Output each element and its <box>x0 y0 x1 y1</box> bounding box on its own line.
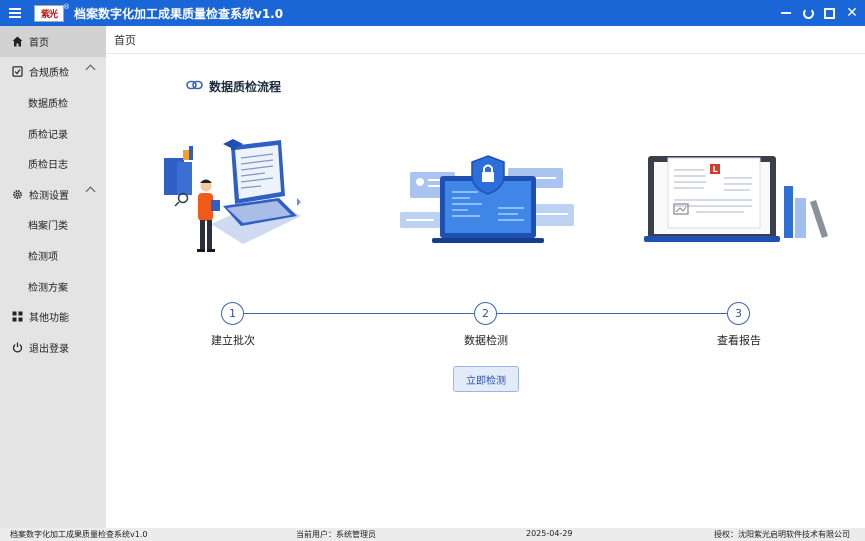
app-title: 档案数字化加工成果质量检查系统v1.0 <box>74 6 284 21</box>
sidebar-item-label: 检测设置 <box>29 190 69 202</box>
home-icon <box>12 36 23 47</box>
fullscreen-icon[interactable] <box>824 7 835 19</box>
sidebar-item-label: 其他功能 <box>29 313 69 325</box>
section-header: 数据质检流程 <box>186 78 281 95</box>
sidebar-item-label: 质检日志 <box>28 160 68 172</box>
step-3-label: 查看报告 <box>717 334 761 347</box>
window-controls: ✕ <box>779 0 859 26</box>
chevron-up-icon <box>85 186 96 197</box>
step-number: 1 <box>229 307 236 320</box>
sidebar-item-label: 首页 <box>29 37 49 49</box>
section-title: 数据质检流程 <box>209 80 282 94</box>
sidebar-item-label: 数据质检 <box>28 98 68 110</box>
sidebar-item-detection-settings[interactable]: 检测设置 <box>0 179 106 210</box>
status-date: 2025-04-29 <box>526 529 573 538</box>
sidebar-item-label: 合规质检 <box>29 68 69 80</box>
close-icon[interactable]: ✕ <box>845 6 859 20</box>
sidebar-item-detection-plan[interactable]: 检测方案 <box>0 271 106 302</box>
gear-icon <box>12 189 23 200</box>
chevron-up-icon <box>85 64 96 75</box>
grid-icon <box>12 311 23 322</box>
checklist-icon <box>12 66 23 78</box>
sidebar-item-check-records[interactable]: 质检记录 <box>0 118 106 149</box>
sidebar-item-label: 档案门类 <box>28 221 68 233</box>
step-number: 3 <box>735 307 742 320</box>
create-batch-illustration <box>164 139 301 252</box>
menu-icon[interactable] <box>0 0 30 26</box>
breadcrumb: 首页 <box>106 26 865 54</box>
sidebar-item-label: 检测项 <box>28 251 58 263</box>
sidebar-item-label: 退出登录 <box>29 343 69 355</box>
status-current-user: 当前用户：系统管理员 <box>296 530 376 539</box>
logo-text: 紫光 <box>40 9 58 20</box>
refresh-icon[interactable] <box>803 7 814 19</box>
step-2-circle: 2 <box>474 302 497 325</box>
sidebar-item-other-functions[interactable]: 其他功能 <box>0 301 106 332</box>
power-icon <box>12 342 23 353</box>
status-license: 授权：沈阳紫光启明软件技术有限公司 <box>714 530 850 539</box>
step-1-label: 建立批次 <box>211 334 255 347</box>
title-bar: 紫光 ® 档案数字化加工成果质量检查系统v1.0 ✕ <box>0 0 865 26</box>
status-bar: 档案数字化加工成果质量检查系统v1.0 当前用户：系统管理员 2025-04-2… <box>0 528 865 541</box>
sidebar-item-home[interactable]: 首页 <box>0 26 106 57</box>
breadcrumb-current: 首页 <box>114 33 136 47</box>
link-icon <box>186 80 203 93</box>
step-3-circle: 3 <box>727 302 750 325</box>
sidebar-item-label: 检测方案 <box>28 282 68 294</box>
step-1-circle: 1 <box>221 302 244 325</box>
main-content: 数据质检流程 L 1 建立批次 2 数据检测 3 查看报告 立即检测 <box>106 54 865 528</box>
data-detection-illustration <box>400 155 574 243</box>
sidebar-item-compliance[interactable]: 合规质检 <box>0 57 106 88</box>
minimize-icon[interactable] <box>779 6 793 20</box>
step-2-label: 数据检测 <box>464 334 508 347</box>
sidebar-item-data-check[interactable]: 数据质检 <box>0 87 106 118</box>
status-app-name: 档案数字化加工成果质量检查系统v1.0 <box>10 530 148 539</box>
sidebar-item-detection-items[interactable]: 检测项 <box>0 240 106 271</box>
app-logo: 紫光 ® <box>34 3 70 22</box>
sidebar-item-archive-category[interactable]: 档案门类 <box>0 210 106 241</box>
sidebar-item-check-log[interactable]: 质检日志 <box>0 148 106 179</box>
registered-mark: ® <box>63 2 70 11</box>
report-badge: L <box>712 165 717 174</box>
sidebar: 首页 合规质检 数据质检 质检记录 质检日志 检测设置 档案门类 检测项 检测方… <box>0 26 106 528</box>
sidebar-item-logout[interactable]: 退出登录 <box>0 332 106 363</box>
step-number: 2 <box>482 307 489 320</box>
report-illustration: L <box>644 156 828 242</box>
start-detection-button[interactable]: 立即检测 <box>453 366 519 392</box>
sidebar-item-label: 质检记录 <box>28 129 68 141</box>
